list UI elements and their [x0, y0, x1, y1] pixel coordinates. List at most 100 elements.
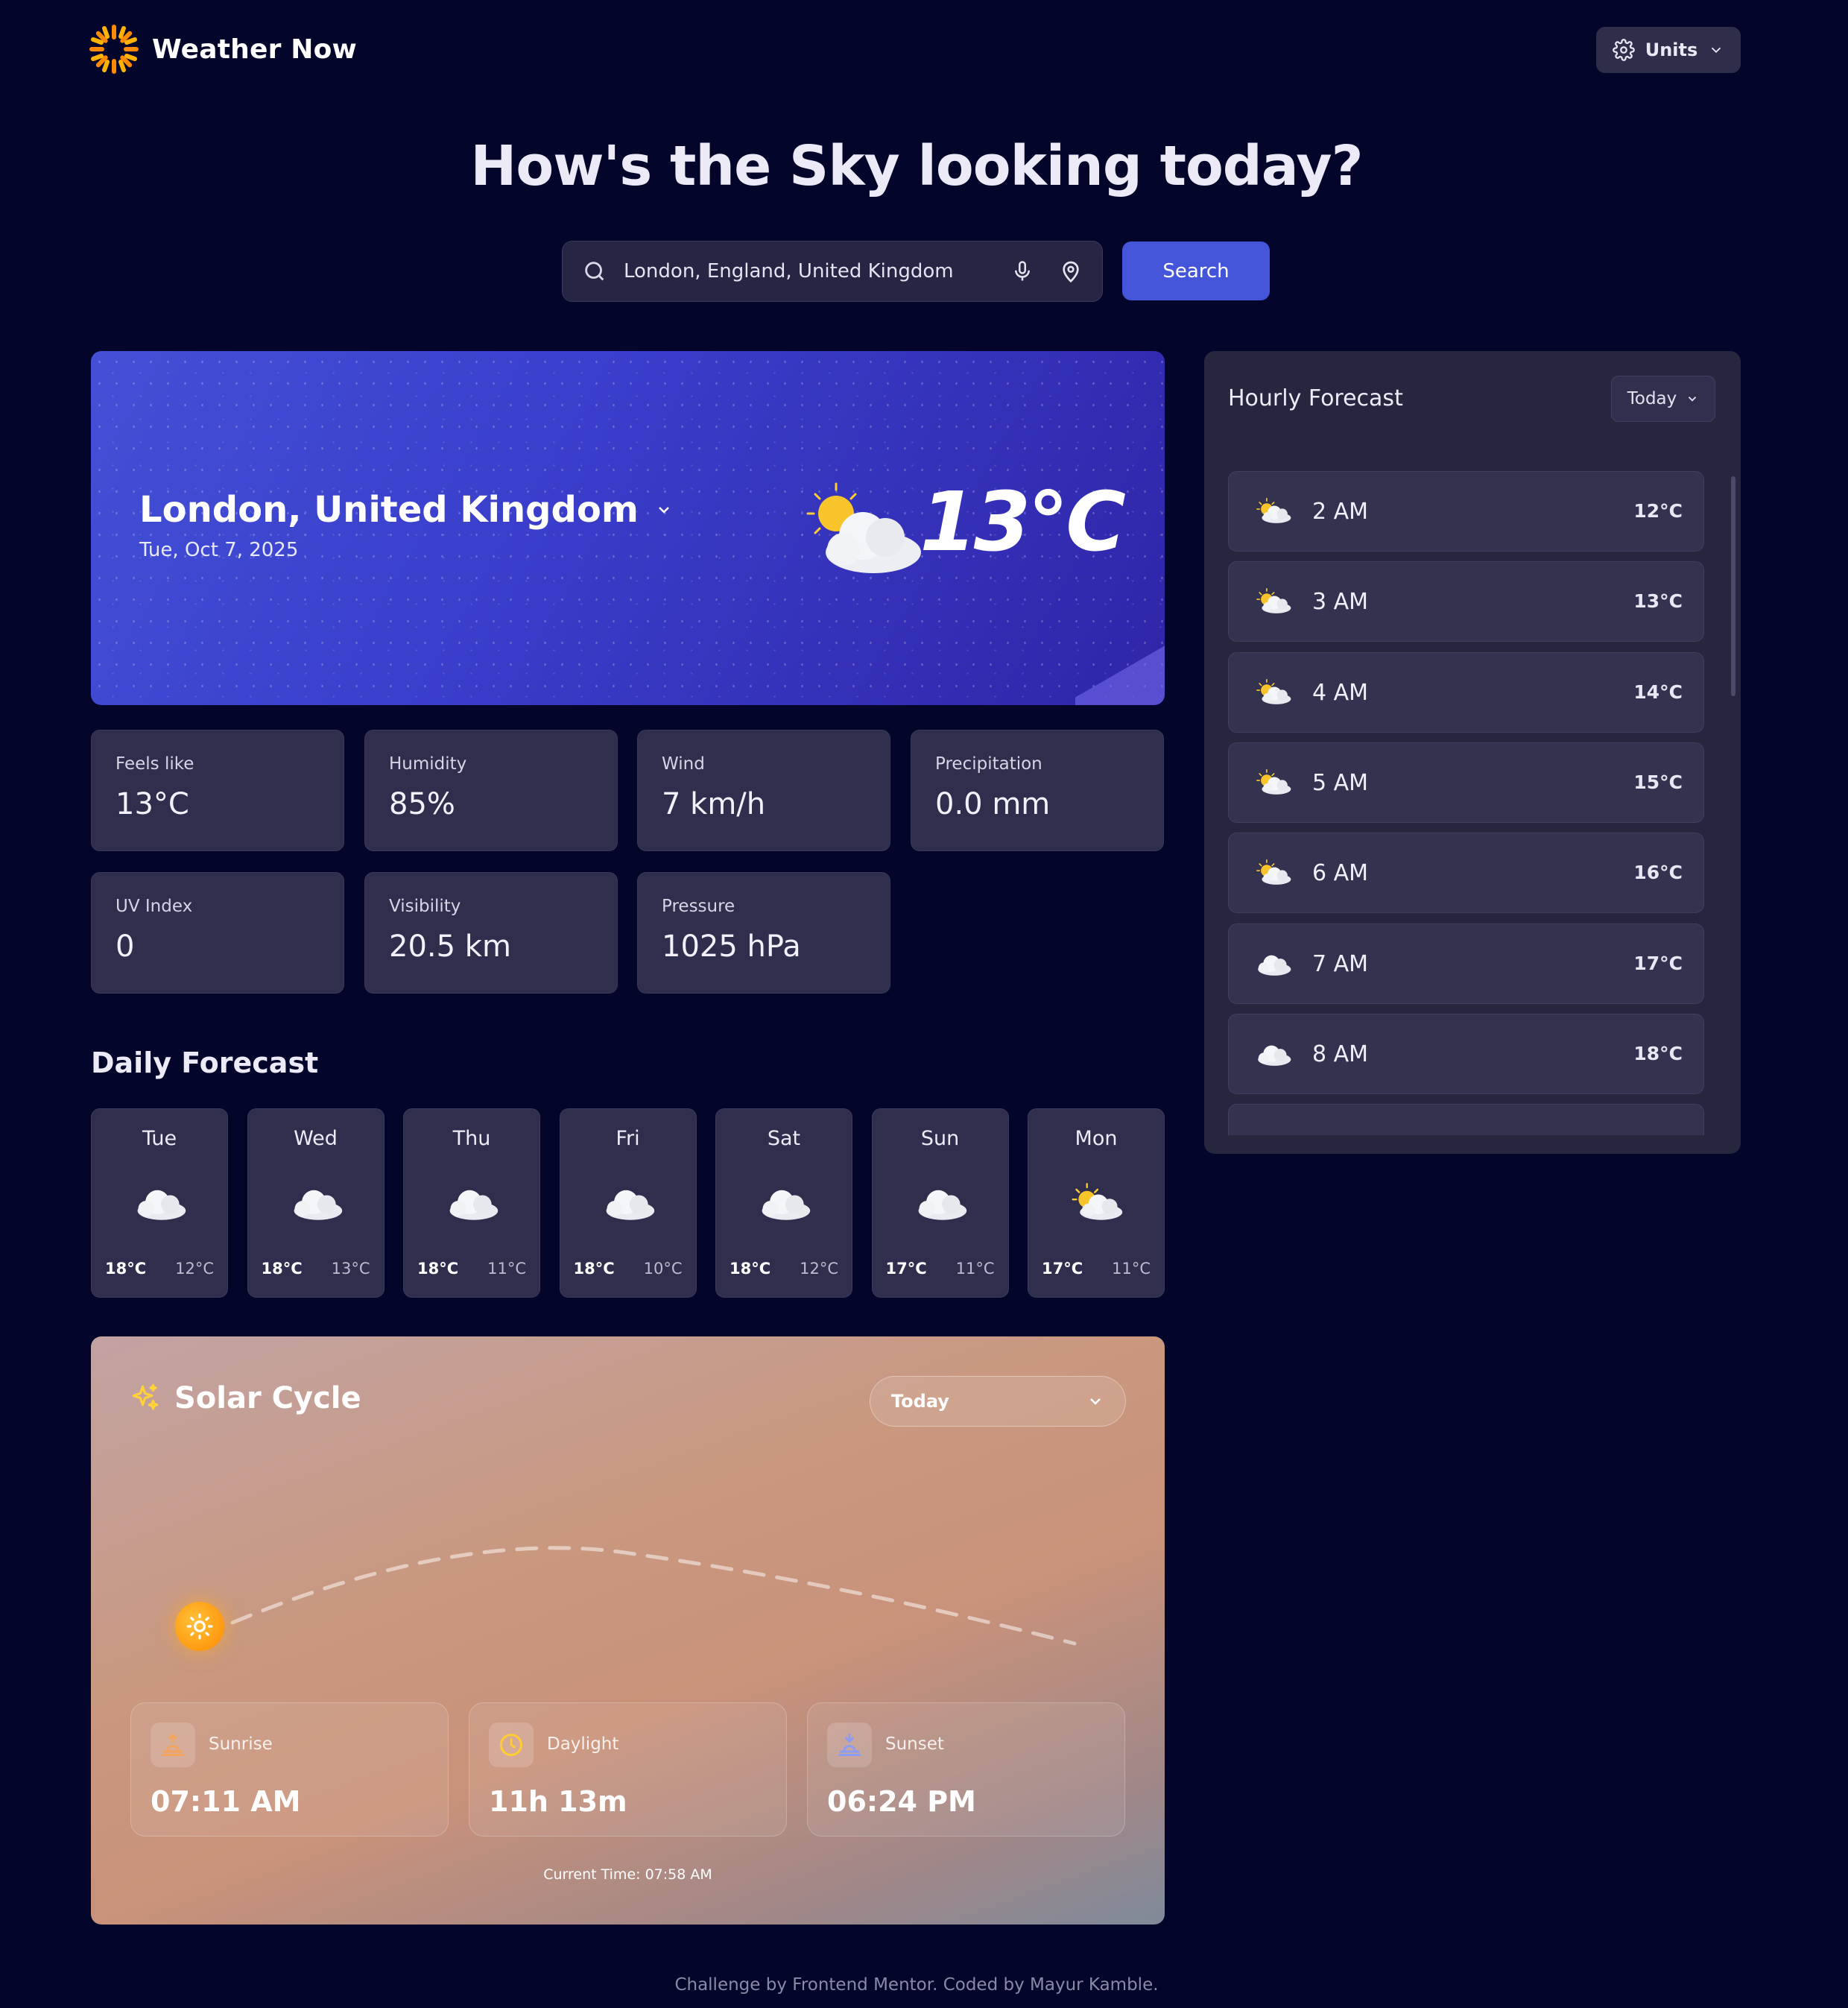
daily-forecast-card[interactable]: Mon 17°C 11°C: [1028, 1108, 1165, 1298]
hourly-scrollbar[interactable]: [1730, 463, 1737, 1134]
day-high: 18°C: [261, 1260, 303, 1278]
sun-position-marker: [175, 1602, 224, 1651]
gear-icon: [1612, 39, 1635, 61]
hour-temp: 13°C: [1633, 590, 1683, 613]
hourly-list[interactable]: 2 AM 12°C 3 AM 13°C 4 AM 14°C 5 AM 15°C 6 AM 16°C…: [1228, 471, 1704, 1135]
stat-label: Humidity: [389, 754, 467, 774]
day-name: Tue: [142, 1127, 177, 1150]
stat-label: Visibility: [389, 897, 461, 916]
chevron-down-icon: [1689, 397, 1697, 402]
stat-label: Wind: [662, 754, 705, 774]
day-name: Wed: [294, 1127, 338, 1150]
hour-icon: [1254, 497, 1293, 527]
search-input[interactable]: London, England, United Kingdom: [562, 241, 1103, 302]
daily-forecast-title: Daily Forecast: [91, 1046, 319, 1079]
hourly-day-label: Today: [1627, 389, 1677, 408]
daylight-duration: 11h 13m: [489, 1785, 627, 1818]
day-icon: [913, 1182, 969, 1224]
hour-time: 2 AM: [1312, 499, 1369, 525]
hour-time: 7 AM: [1312, 950, 1369, 977]
search-button[interactable]: Search: [1122, 241, 1270, 300]
hourly-row[interactable]: 6 AM 16°C: [1228, 833, 1704, 914]
stat-card-visibility: Visibility 20.5 km: [364, 872, 618, 994]
location-pin-icon[interactable]: [1059, 259, 1083, 284]
cloud-icon: [1258, 1045, 1291, 1066]
page-title: How's the Sky looking today?: [470, 134, 1363, 198]
cloud-icon: [762, 1190, 811, 1220]
day-high: 18°C: [105, 1260, 147, 1278]
stat-value: 20.5 km: [389, 929, 511, 964]
hour-icon: [1254, 859, 1293, 888]
location-selector[interactable]: London, United Kingdom: [139, 489, 673, 531]
day-name: Fri: [616, 1127, 640, 1150]
stat-card-precipitation: Precipitation 0.0 mm: [911, 730, 1164, 851]
hourly-row[interactable]: 3 AM 13°C: [1228, 561, 1704, 643]
hour-temp: 15°C: [1633, 771, 1683, 793]
stat-card-wind: Wind 7 km/h: [637, 730, 890, 851]
daylight-badge: [489, 1723, 534, 1767]
day-low: 11°C: [955, 1260, 995, 1278]
cloud-icon: [137, 1190, 186, 1220]
day-name: Sat: [767, 1127, 801, 1150]
stat-label: UV Index: [116, 897, 193, 916]
day-high: 17°C: [885, 1260, 927, 1278]
units-label: Units: [1645, 40, 1698, 60]
day-low: 11°C: [1112, 1260, 1151, 1278]
app-title: Weather Now: [152, 34, 357, 65]
units-button[interactable]: Units: [1596, 27, 1741, 73]
chevron-down-icon: [1712, 47, 1721, 54]
search-query[interactable]: London, England, United Kingdom: [624, 260, 1011, 282]
cloud-icon: [294, 1190, 342, 1220]
day-name: Sun: [920, 1127, 960, 1150]
cloud-icon: [918, 1190, 966, 1220]
day-icon: [132, 1182, 189, 1224]
hourly-row[interactable]: 8 AM 18°C: [1228, 1013, 1704, 1094]
daily-forecast-card[interactable]: Sat 18°C 12°C: [715, 1108, 852, 1298]
hour-time: 5 AM: [1312, 769, 1369, 796]
solar-cycle-card: Solar Cycle Today Sunrise 07:11 AM Dayli…: [91, 1336, 1165, 1925]
stat-value: 1025 hPa: [662, 929, 801, 964]
stat-value: 85%: [389, 787, 455, 821]
partly-cloudy-icon: [1256, 678, 1291, 704]
stat-value: 7 km/h: [662, 787, 766, 821]
location-name: London, United Kingdom: [139, 489, 639, 531]
daily-forecast-card[interactable]: Tue 18°C 12°C: [91, 1108, 228, 1298]
stat-card-uv-index: UV Index 0: [91, 872, 344, 994]
day-low: 12°C: [175, 1260, 214, 1278]
app-logo[interactable]: Weather Now: [89, 24, 357, 75]
hourly-forecast-panel: Hourly Forecast Today 2 AM 12°C 3 AM 13°C 4 …: [1204, 351, 1741, 1154]
hourly-day-select[interactable]: Today: [1611, 376, 1715, 422]
current-time: Current Time: 07:58 AM: [543, 1866, 712, 1883]
hourly-row[interactable]: [1228, 1104, 1704, 1135]
partly-cloudy-icon: [1072, 1183, 1123, 1220]
daily-forecast-card[interactable]: Fri 18°C 10°C: [559, 1108, 697, 1298]
day-low: 13°C: [331, 1260, 370, 1278]
daylight-card: Daylight 11h 13m: [469, 1702, 787, 1837]
sunset-badge: [827, 1723, 872, 1767]
microphone-icon[interactable]: [1011, 259, 1034, 284]
partly-cloudy-icon: [1256, 768, 1291, 795]
sunrise-time: 07:11 AM: [151, 1785, 301, 1818]
hour-temp: 14°C: [1633, 681, 1683, 703]
hourly-row[interactable]: 5 AM 15°C: [1228, 742, 1704, 823]
current-weather-card: London, United Kingdom Tue, Oct 7, 2025 …: [91, 351, 1165, 705]
day-icon: [601, 1182, 657, 1224]
hour-temp: 16°C: [1633, 862, 1683, 884]
partly-cloudy-icon: [806, 482, 921, 573]
day-low: 12°C: [800, 1260, 838, 1278]
sunset-icon: [838, 1734, 861, 1756]
cloud-icon: [606, 1190, 654, 1220]
hourly-row[interactable]: 7 AM 17°C: [1228, 923, 1704, 1004]
hourly-forecast-title: Hourly Forecast: [1228, 385, 1403, 411]
hour-temp: 18°C: [1633, 1042, 1683, 1064]
stat-card-feels-like: Feels like 13°C: [91, 730, 344, 851]
day-low: 11°C: [487, 1260, 526, 1278]
daily-forecast-card[interactable]: Thu 18°C 11°C: [403, 1108, 540, 1298]
scrollbar-thumb[interactable]: [1731, 476, 1735, 696]
daily-forecast-card[interactable]: Sun 17°C 11°C: [871, 1108, 1009, 1298]
hour-time: 6 AM: [1312, 860, 1369, 887]
daylight-label: Daylight: [547, 1734, 619, 1754]
hourly-row[interactable]: 4 AM 14°C: [1228, 651, 1704, 733]
daily-forecast-card[interactable]: Wed 18°C 13°C: [247, 1108, 385, 1298]
hourly-row[interactable]: 2 AM 12°C: [1228, 471, 1704, 552]
